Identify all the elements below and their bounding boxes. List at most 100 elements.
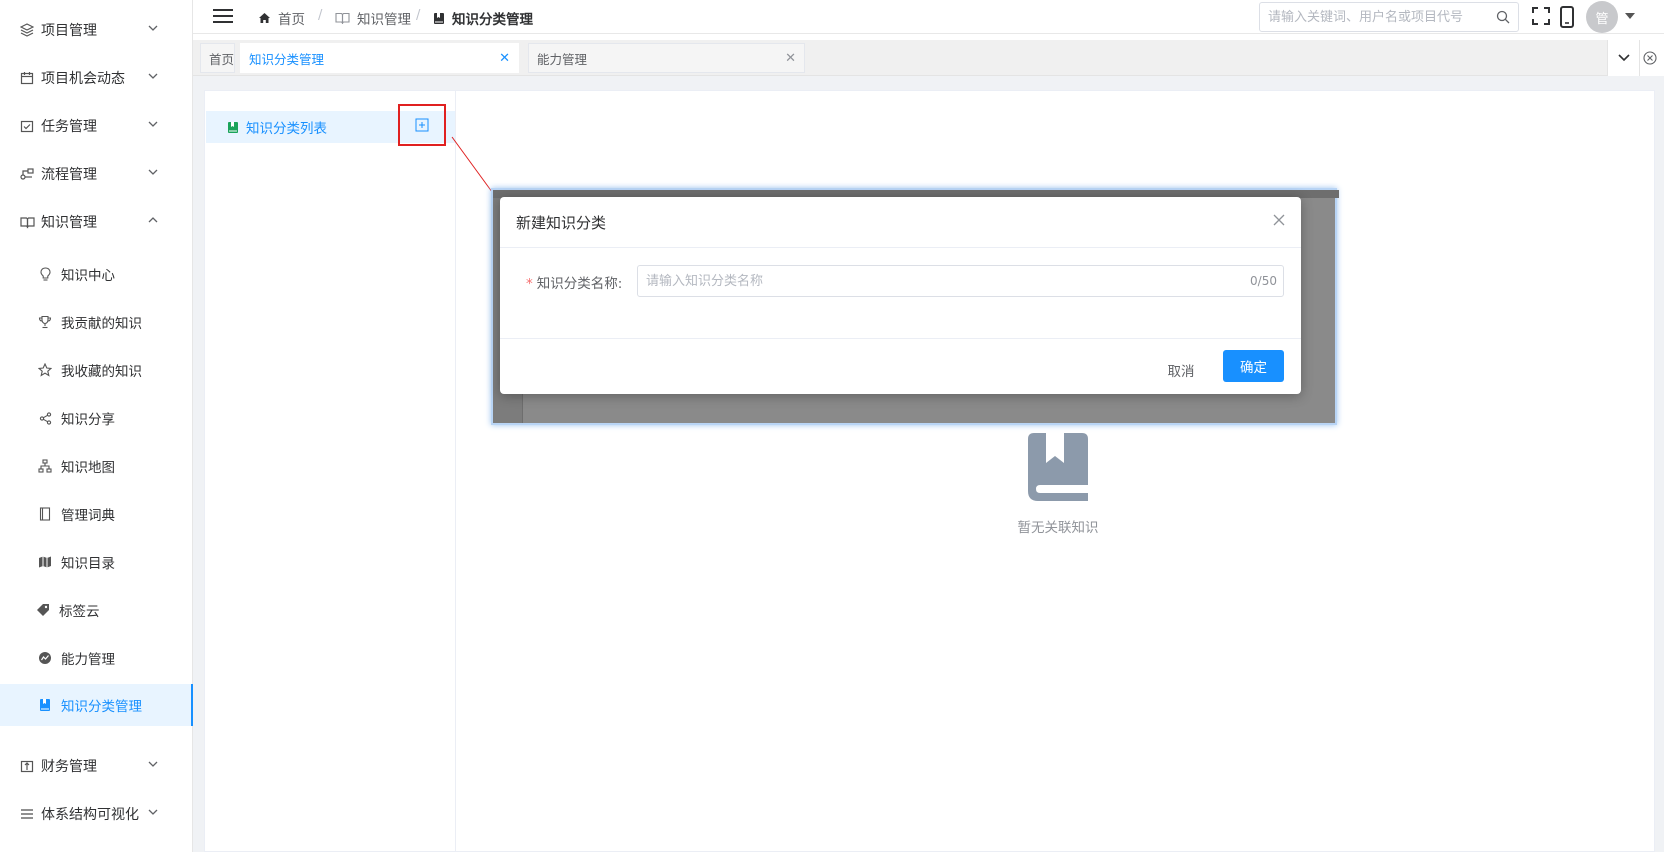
sidebar-item-opportunity[interactable]: 项目机会动态 (0, 57, 193, 99)
sidebar-subitem-knowledge-map[interactable]: 知识地图 (0, 445, 193, 487)
sidebar-subitem-knowledge-share[interactable]: 知识分享 (0, 397, 193, 439)
sidebar-item-label: 知识管理 (41, 215, 97, 231)
sidebar-subitem-my-favorites[interactable]: 我收藏的知识 (0, 349, 193, 391)
plus-square-icon (415, 118, 429, 132)
search-icon[interactable] (1496, 10, 1510, 28)
user-avatar[interactable]: 管 (1586, 1, 1618, 33)
caret-down-icon[interactable] (1625, 13, 1635, 19)
sidebar-item-finance[interactable]: 财务管理 (0, 745, 193, 787)
sidebar-item-architecture[interactable]: 体系结构可视化 (0, 793, 193, 835)
sidebar-subitem-ability[interactable]: 能力管理 (0, 637, 193, 679)
bulb-icon (38, 267, 52, 281)
empty-state-text: 暂无关联知识 (1017, 520, 1099, 536)
chevron-down-icon (147, 22, 161, 36)
sidebar-subitem-knowledge-catalog[interactable]: 知识目录 (0, 541, 193, 583)
breadcrumb-current: 知识分类管理 (433, 8, 533, 28)
dialog-title: 新建知识分类 (516, 214, 607, 232)
add-category-button[interactable] (398, 104, 446, 146)
chevron-up-icon (147, 214, 161, 228)
sidebar-item-label: 财务管理 (41, 759, 97, 775)
book-open-icon (335, 12, 350, 24)
bookmark-book-icon (434, 12, 444, 24)
sidebar-subitem-dictionary[interactable]: 管理词典 (0, 493, 193, 535)
breadcrumb-separator: / (416, 8, 421, 23)
dialog-divider (500, 338, 1301, 339)
category-tree: 知识分类列表 (205, 91, 456, 852)
char-counter: 0/50 (1250, 274, 1277, 288)
breadcrumb-home[interactable]: 首页 (258, 8, 305, 28)
org-chart-icon (38, 459, 52, 473)
chevron-down-icon (147, 758, 161, 772)
trophy-icon (38, 315, 52, 329)
top-header: 首页 / 知识管理 / 知识分类管理 管 (193, 0, 1664, 34)
chart-circle-icon (38, 651, 52, 665)
close-icon[interactable] (1271, 212, 1287, 228)
sidebar-subitem-label: 我收藏的知识 (61, 364, 142, 380)
list-icon (19, 806, 35, 822)
category-name-input[interactable] (638, 266, 1198, 296)
sidebar-subitem-label: 知识中心 (61, 268, 115, 284)
empty-book-icon (1028, 433, 1088, 501)
sidebar-subitem-label: 能力管理 (61, 652, 115, 668)
finance-icon (19, 758, 35, 774)
book-open-icon (19, 214, 35, 230)
bookmark-book-icon (227, 121, 240, 134)
star-icon (38, 363, 52, 377)
sidebar-item-knowledge[interactable]: 知识管理 (0, 201, 193, 243)
category-name-field: 0/50 (637, 265, 1284, 297)
sidebar-item-label: 项目机会动态 (41, 71, 125, 87)
home-icon (259, 13, 270, 23)
fullscreen-icon[interactable] (1531, 6, 1553, 28)
chevron-down-icon (147, 166, 161, 180)
search-input[interactable] (1260, 3, 1490, 31)
confirm-button[interactable]: 确定 (1223, 350, 1284, 382)
chevron-down-icon (147, 806, 161, 820)
sidebar-subitem-knowledge-center[interactable]: 知识中心 (0, 253, 193, 295)
breadcrumb-label: 知识管理 (357, 12, 411, 28)
sidebar-subitem-label: 知识分类管理 (61, 699, 142, 715)
close-circle-icon (1643, 51, 1657, 65)
sidebar-item-label: 项目管理 (41, 23, 97, 39)
sidebar-subitem-label: 知识分享 (61, 412, 115, 428)
sidebar-subitem-label: 我贡献的知识 (61, 316, 142, 332)
breadcrumb-label: 首页 (278, 12, 305, 28)
chevron-down-icon (147, 118, 161, 132)
field-label-text: 知识分类名称: (536, 276, 623, 292)
sidebar-subitem-label: 知识地图 (61, 460, 115, 476)
sidebar-item-project[interactable]: 项目管理 (0, 9, 193, 51)
dialog-divider (500, 247, 1301, 248)
breadcrumb-label: 知识分类管理 (452, 12, 533, 28)
flow-icon (19, 166, 35, 182)
hamburger-menu-icon[interactable] (213, 8, 233, 24)
sidebar-subitem-label: 管理词典 (61, 508, 115, 524)
breadcrumb-knowledge[interactable]: 知识管理 (335, 8, 411, 28)
sidebar-subitem-label: 知识目录 (61, 556, 115, 572)
tab-category-manage[interactable]: 知识分类管理 ✕ (240, 43, 519, 73)
close-icon[interactable]: ✕ (499, 51, 510, 66)
close-icon[interactable]: ✕ (785, 51, 796, 66)
sidebar-item-label: 流程管理 (41, 167, 97, 183)
bookmark-book-icon (38, 698, 52, 712)
sidebar-item-flow[interactable]: 流程管理 (0, 153, 193, 195)
avatar-text: 管 (1595, 11, 1609, 27)
global-search (1259, 2, 1519, 32)
sidebar-subitem-category-manage[interactable]: 知识分类管理 (0, 684, 193, 726)
share-icon (38, 411, 52, 425)
tab-label: 能力管理 (537, 51, 588, 67)
required-mark: * (526, 276, 533, 292)
sidebar-item-task[interactable]: 任务管理 (0, 105, 193, 147)
sidebar-subitem-my-contributions[interactable]: 我贡献的知识 (0, 301, 193, 343)
tab-ability[interactable]: 能力管理 ✕ (528, 43, 805, 73)
tab-home[interactable]: 首页 (200, 43, 235, 73)
chevron-down-icon (1617, 54, 1630, 62)
tabs-dropdown-button[interactable] (1607, 40, 1639, 76)
map-icon (38, 555, 52, 569)
close-all-tabs-button[interactable] (1639, 40, 1664, 76)
mobile-icon[interactable] (1559, 6, 1581, 28)
chevron-down-icon (147, 70, 161, 84)
sidebar-subitem-tag-cloud[interactable]: 标签云 (0, 589, 193, 631)
tab-label: 知识分类管理 (249, 51, 325, 67)
cancel-button[interactable]: 取消 (1158, 354, 1204, 386)
task-check-icon (19, 118, 35, 134)
tabs-bar: 首页 知识分类管理 ✕ 能力管理 ✕ (193, 40, 1664, 76)
